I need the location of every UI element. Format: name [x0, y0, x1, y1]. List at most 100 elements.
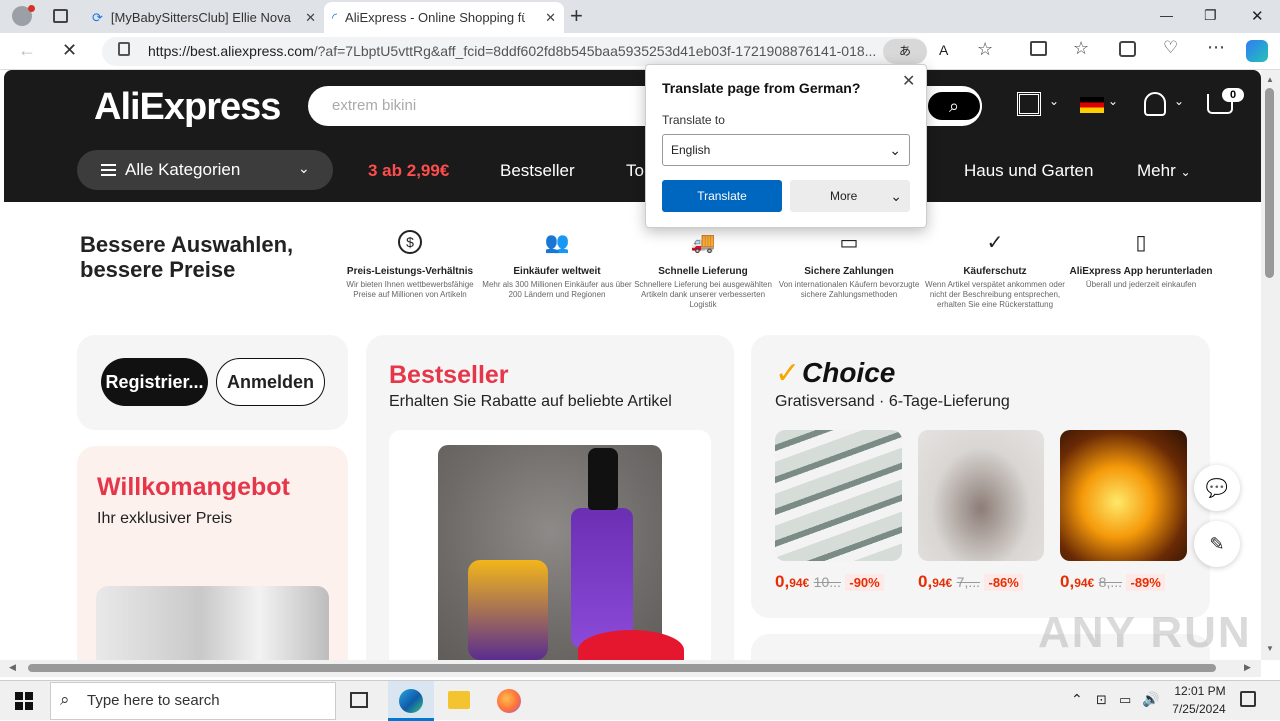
- close-icon[interactable]: ✕: [902, 71, 915, 91]
- browser-tab-bar: ⟳ [MyBabySittersClub] Ellie Nova (A ✕ ◜ …: [0, 0, 1280, 33]
- back-icon[interactable]: ←: [18, 40, 36, 61]
- volume-icon[interactable]: 🔊: [1142, 691, 1159, 708]
- copilot-icon[interactable]: [1246, 40, 1268, 62]
- feature-desc: Wir bieten Ihnen wettbewerbsfähige Preis…: [346, 280, 474, 299]
- new-tab-button[interactable]: +: [570, 3, 583, 29]
- address-toolbar: ← ✕ https://best.aliexpress.com/?af=7Lbp…: [0, 33, 1280, 70]
- shield-icon: ✓: [986, 232, 1004, 254]
- old-price: 10...: [813, 574, 841, 590]
- restore-button[interactable]: ❐: [1204, 7, 1217, 24]
- chat-icon[interactable]: 💬: [1194, 465, 1240, 511]
- feature-app[interactable]: ▯ AliExpress App herunterladen Überall u…: [1066, 230, 1216, 290]
- welcome-subtitle: Ihr exklusiver Preis: [97, 510, 233, 527]
- scroll-up-arrow[interactable]: ▲: [1266, 75, 1274, 84]
- feature-value: $ Preis-Leistungs-Verhältnis Wir bieten …: [335, 230, 485, 300]
- url-host: https://best.aliexpress.com: [148, 43, 314, 59]
- chevron-down-icon: ⌄: [298, 160, 310, 176]
- collections-icon[interactable]: [1119, 41, 1136, 57]
- price: 0,94€: [775, 572, 810, 591]
- clock-date[interactable]: 7/25/2024: [1166, 702, 1232, 716]
- file-explorer-icon[interactable]: [448, 691, 470, 709]
- clock-time[interactable]: 12:01 PM: [1169, 684, 1231, 698]
- edge-logo-icon: [399, 689, 423, 713]
- choice-logo: Choice: [802, 357, 896, 388]
- product-bottle-cap: [588, 448, 618, 510]
- nav-more[interactable]: Mehr ⌄: [1137, 161, 1191, 181]
- network-icon[interactable]: ▭: [1119, 692, 1131, 708]
- tab-close-icon[interactable]: ✕: [305, 10, 316, 26]
- tab-babysitters[interactable]: ⟳ [MyBabySittersClub] Ellie Nova (A ✕: [84, 2, 324, 33]
- headline-line: Bessere Auswahlen,: [80, 232, 294, 257]
- scroll-down-arrow[interactable]: ▼: [1266, 644, 1274, 653]
- language-select[interactable]: English ⌄: [662, 134, 910, 166]
- favorites-icon[interactable]: ☆: [1073, 38, 1089, 59]
- windows-start-icon[interactable]: [15, 692, 33, 710]
- feature-title: Preis-Leistungs-Verhältnis: [346, 266, 474, 277]
- product-image-slippers[interactable]: [918, 430, 1044, 561]
- chevron-down-icon: ⌄: [1108, 94, 1119, 108]
- credit-card-icon: ▭: [839, 232, 859, 254]
- tab-title: AliExpress - Online Shopping für: [345, 10, 526, 25]
- favorite-star-icon[interactable]: ☆: [977, 39, 993, 60]
- more-button[interactable]: More ⌄: [790, 180, 910, 212]
- bestseller-title: Bestseller: [389, 361, 509, 389]
- site-header: AliExpress extrem bikini ⌕ ⌄ ⌄ ⌄ 0 Alle …: [4, 70, 1261, 202]
- login-button[interactable]: Anmelden: [216, 358, 325, 406]
- feature-desc: Wenn Artikel verspätet ankommen oder nic…: [925, 280, 1065, 309]
- url-field[interactable]: https://best.aliexpress.com/?af=7LbptU5v…: [102, 37, 927, 66]
- show-hidden-icons[interactable]: ⌃: [1071, 691, 1083, 708]
- nav-partial-item[interactable]: To: [626, 161, 644, 181]
- dollar-icon: $: [335, 230, 485, 256]
- notification-center-icon[interactable]: [1240, 691, 1256, 707]
- vertical-scrollbar[interactable]: ▲ ▼: [1261, 70, 1280, 660]
- tab-favicon-icon: ⟳: [92, 9, 103, 25]
- nav-bestseller[interactable]: Bestseller: [500, 161, 575, 181]
- nav-promo[interactable]: 3 ab 2,99€: [368, 161, 449, 181]
- feature-desc: Überall und jederzeit einkaufen: [1085, 280, 1197, 289]
- nav-home-garden[interactable]: Haus und Garten: [964, 161, 1093, 181]
- scroll-thumb[interactable]: [1265, 88, 1274, 278]
- register-button[interactable]: Registrier...: [101, 358, 208, 406]
- tab-actions-icon[interactable]: [53, 9, 68, 23]
- translate-icon[interactable]: あ: [883, 39, 927, 64]
- popup-title: Translate page from German?: [662, 80, 861, 96]
- search-icon[interactable]: ⌕: [926, 90, 982, 122]
- browser-essentials-icon[interactable]: ♡: [1163, 38, 1178, 58]
- minimize-button[interactable]: —: [1160, 8, 1173, 23]
- read-aloud-icon[interactable]: A: [939, 42, 948, 58]
- chevron-down-icon: ⌄: [1174, 94, 1185, 108]
- scroll-thumb[interactable]: [28, 664, 1216, 672]
- tab-close-icon[interactable]: ✕: [545, 10, 556, 26]
- meet-now-icon[interactable]: ⊡: [1096, 692, 1107, 708]
- task-view-icon[interactable]: [350, 692, 368, 708]
- split-screen-icon[interactable]: [1030, 41, 1047, 56]
- tab-loading-icon: ◜: [332, 9, 338, 25]
- menu-icon-mid: [101, 169, 116, 171]
- feedback-edit-icon[interactable]: ✎: [1194, 521, 1240, 567]
- translate-button[interactable]: Translate: [662, 180, 782, 212]
- discount-badge: -90%: [845, 574, 884, 591]
- feature-payments: ▭ Sichere Zahlungen Von internationalen …: [774, 230, 924, 300]
- account-icon[interactable]: [1144, 92, 1166, 116]
- product-image-towels[interactable]: [775, 430, 902, 561]
- firefox-icon[interactable]: [497, 689, 521, 713]
- product-image-lamp[interactable]: [1060, 430, 1187, 561]
- scroll-left-arrow[interactable]: ◀: [9, 662, 16, 673]
- tab-aliexpress[interactable]: ◜ AliExpress - Online Shopping für ✕: [324, 2, 564, 33]
- feature-desc: Von internationalen Käufern bevorzugte s…: [778, 280, 920, 299]
- aliexpress-logo[interactable]: AliExpress: [94, 86, 281, 129]
- product-bottle-purple: [571, 508, 633, 648]
- stop-loading-icon[interactable]: ✕: [62, 40, 77, 61]
- product-price-row: 0,94€ 7,... -86%: [918, 572, 1023, 592]
- settings-more-icon[interactable]: ⋯: [1207, 37, 1225, 58]
- qr-code-icon[interactable]: [1017, 92, 1041, 116]
- users-icon: 👥: [544, 232, 570, 254]
- old-price: 7,...: [956, 574, 981, 590]
- taskbar-search-input[interactable]: Type here to search: [50, 682, 336, 720]
- welcome-product-image[interactable]: [96, 586, 329, 660]
- horizontal-scrollbar[interactable]: ◀ ▶: [0, 660, 1261, 677]
- scroll-right-arrow[interactable]: ▶: [1244, 662, 1251, 673]
- germany-flag-icon[interactable]: [1080, 97, 1104, 113]
- hero-headline: Bessere Auswahlen, bessere Preise: [80, 232, 293, 282]
- close-window-button[interactable]: ✕: [1251, 7, 1264, 25]
